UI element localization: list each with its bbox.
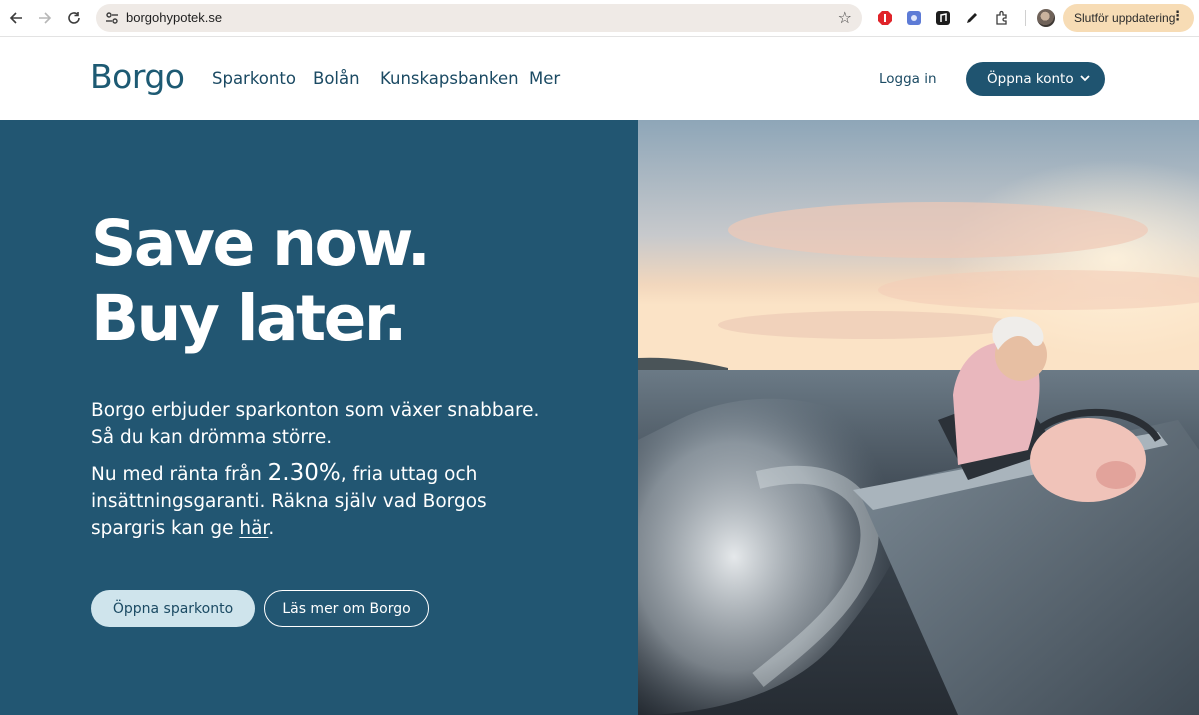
- rate-end: .: [268, 518, 275, 539]
- borgo-logo[interactable]: Borgo: [90, 57, 185, 96]
- site-info-icon[interactable]: [104, 10, 120, 26]
- hero-title: Save now. Buy later.: [91, 206, 431, 356]
- puzzle-extension-icon[interactable]: [905, 9, 923, 27]
- read-more-button[interactable]: Läs mer om Borgo: [264, 590, 429, 627]
- url-text[interactable]: borgohypotek.se: [126, 10, 222, 25]
- open-account-button[interactable]: Öppna konto: [966, 62, 1105, 96]
- music-extension-icon[interactable]: [934, 9, 952, 27]
- hero-title-line1: Save now.: [91, 207, 431, 280]
- nav-bolan[interactable]: Bolån: [313, 69, 360, 88]
- reload-icon[interactable]: [64, 8, 84, 28]
- interest-rate: 2.30%: [267, 460, 341, 486]
- back-arrow-icon[interactable]: [6, 8, 26, 28]
- hero-rate-text: Nu med ränta från 2.30%, fria uttag och …: [91, 460, 561, 542]
- login-link[interactable]: Logga in: [879, 71, 937, 87]
- nav-sparkonto[interactable]: Sparkonto: [212, 69, 296, 88]
- browser-toolbar: borgohypotek.se ☆ Slutför uppdatering ⋮: [0, 0, 1199, 37]
- pen-extension-icon[interactable]: [963, 9, 981, 27]
- bookmark-star-icon[interactable]: ☆: [838, 8, 852, 27]
- nav-mer[interactable]: Mer: [529, 69, 560, 88]
- update-button[interactable]: Slutför uppdatering ⋮: [1063, 4, 1194, 32]
- toolbar-separator: [1025, 10, 1026, 26]
- more-vert-icon[interactable]: ⋮: [1171, 9, 1184, 24]
- hero-section: Save now. Buy later. Borgo erbjuder spar…: [0, 120, 638, 715]
- profile-avatar[interactable]: [1037, 9, 1055, 27]
- nav-kunskapsbanken[interactable]: Kunskapsbanken: [380, 69, 519, 88]
- hero-intro: Borgo erbjuder sparkonton som växer snab…: [91, 400, 540, 448]
- chevron-down-icon: [1080, 75, 1090, 82]
- calculator-link[interactable]: här: [239, 518, 268, 539]
- hero-image: [638, 120, 1199, 715]
- update-label: Slutför uppdatering: [1074, 11, 1176, 25]
- open-account-label: Öppna konto: [987, 71, 1074, 87]
- address-bar[interactable]: borgohypotek.se ☆: [96, 4, 862, 32]
- rate-prefix: Nu med ränta från: [91, 464, 268, 485]
- adblock-extension-icon[interactable]: [876, 9, 894, 27]
- hero-title-line2: Buy later.: [91, 282, 407, 355]
- open-savings-button[interactable]: Öppna sparkonto: [91, 590, 255, 627]
- extensions-icon[interactable]: [993, 9, 1011, 27]
- forward-arrow-icon[interactable]: [35, 8, 55, 28]
- site-header: Borgo Sparkonto Bolån Kunskapsbanken Mer…: [0, 38, 1199, 120]
